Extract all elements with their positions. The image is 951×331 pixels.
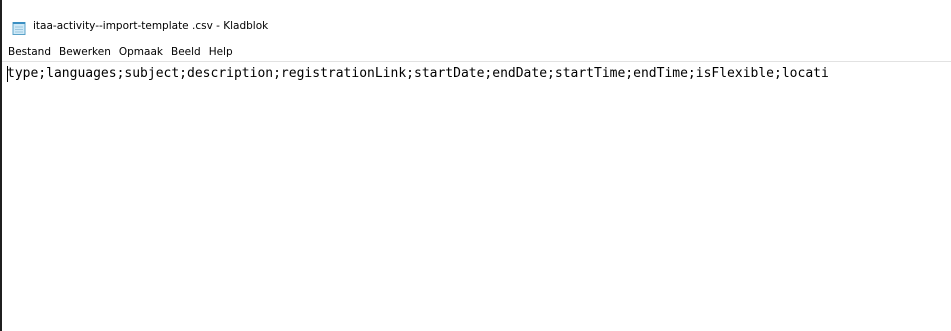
menu-bar: Bestand Bewerken Opmaak Beeld Help <box>2 44 951 61</box>
text-editor-area[interactable]: type;languages;subject;description;regis… <box>2 61 951 331</box>
notepad-window: itaa-activity--import-template .csv - Kl… <box>2 0 951 331</box>
menu-opmaak[interactable]: Opmaak <box>119 45 169 60</box>
menu-bestand[interactable]: Bestand <box>8 45 57 60</box>
menu-help[interactable]: Help <box>209 45 239 60</box>
editor-content[interactable]: type;languages;subject;description;regis… <box>7 65 829 83</box>
title-bar[interactable]: itaa-activity--import-template .csv - Kl… <box>2 0 951 44</box>
notepad-icon <box>12 20 26 35</box>
menu-bewerken[interactable]: Bewerken <box>59 45 117 60</box>
window-title: itaa-activity--import-template .csv - Kl… <box>33 20 269 32</box>
menu-beeld[interactable]: Beeld <box>171 45 207 60</box>
